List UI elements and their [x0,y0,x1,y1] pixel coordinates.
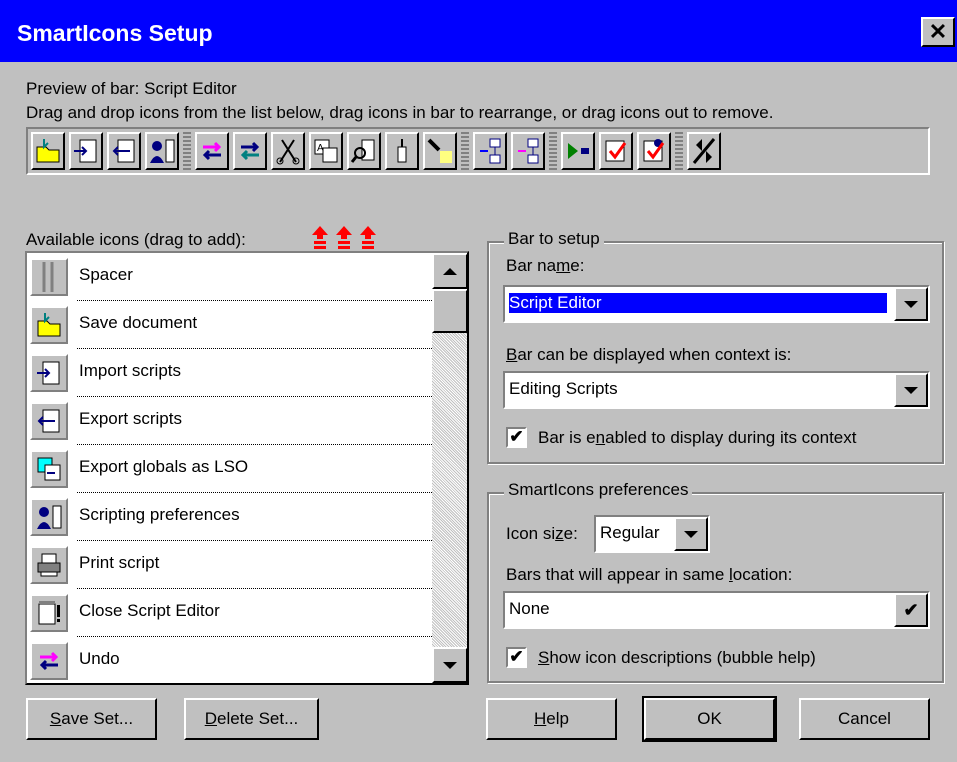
run-icon[interactable] [561,132,595,170]
spacer-icon [30,258,68,296]
close-button[interactable]: ✕ [921,17,955,47]
toolbar-separator [549,132,557,170]
list-item[interactable]: Scripting preferences [27,493,432,541]
paste-icon[interactable]: A [309,132,343,170]
list-item-label: Export globals as LSO [79,457,249,476]
check-all-icon[interactable] [637,132,671,170]
preview-instructions: Drag and drop icons from the list below,… [26,103,774,122]
save-document-icon [30,306,68,344]
available-icons-text: Available icons (drag to add): [26,230,246,249]
down-arrow-icon [443,661,457,669]
toolbar-separator [675,132,683,170]
export-globals-icon [30,450,68,488]
list-item-label: Import scripts [79,361,182,380]
list-item-label: Scripting preferences [79,505,240,524]
remove-item-icon[interactable] [511,132,545,170]
window-title: SmartIcons Setup [17,20,213,46]
help-button[interactable]: Help [486,698,617,740]
list-scrollbar[interactable] [432,253,467,683]
chevron-down-icon [904,386,918,394]
svg-text:A: A [317,143,324,154]
bar-enabled-checkbox[interactable]: ✔ [506,427,527,448]
list-item[interactable]: Spacer [27,253,432,301]
scroll-up-button[interactable] [432,253,467,289]
find-icon[interactable] [347,132,381,170]
icon-size-select[interactable]: Regular [594,515,710,553]
ok-button[interactable]: OK [642,696,777,742]
close-editor-icon [30,594,68,632]
bars-location-value: None [509,599,550,618]
list-item-label: Print script [79,553,160,572]
bar-name-select[interactable]: Script Editor [503,285,930,323]
context-dropdown-button[interactable] [894,373,928,407]
add-item-icon[interactable] [473,132,507,170]
bars-location-label: Bars that will appear in same location: [506,565,793,584]
toolbar-separator [183,132,191,170]
list-item-label: Close Script Editor [79,601,220,620]
undo-icon [30,642,68,680]
list-item[interactable]: Export scripts [27,397,432,445]
bars-location-check-button[interactable]: ✔ [894,593,928,627]
undo-icon[interactable] [195,132,229,170]
list-item-label: Spacer [79,265,133,284]
bubble-help-checkbox[interactable]: ✔ [506,647,527,668]
preview-toolbar[interactable]: A [26,127,930,175]
chevron-down-icon [684,530,698,538]
import-scripts-icon [30,354,68,392]
cancel-button[interactable]: Cancel [799,698,930,740]
up-arrow-icon [443,267,457,275]
import-scripts-icon[interactable] [69,132,103,170]
list-item[interactable]: Print script [27,541,432,589]
toolbar-separator [461,132,469,170]
preferences-title: SmartIcons preferences [504,480,693,500]
scripting-preferences-icon[interactable] [145,132,179,170]
icon-size-value: Regular [600,523,660,542]
bars-location-select[interactable]: None ✔ [503,591,930,629]
context-label: Bar can be displayed when context is: [506,345,792,364]
scripting-preferences-icon [30,498,68,536]
export-scripts-icon[interactable] [107,132,141,170]
scroll-down-button[interactable] [432,647,467,683]
save-document-icon[interactable] [31,132,65,170]
chevron-down-icon [904,300,918,308]
check-icon[interactable] [599,132,633,170]
list-item[interactable]: Close Script Editor [27,589,432,637]
bubble-help-label: Show icon descriptions (bubble help) [538,648,816,667]
bar-name-dropdown-button[interactable] [894,287,928,321]
delete-set-button[interactable]: Delete Set... [184,698,319,740]
list-item-label: Undo [79,649,120,668]
bar-enabled-label: Bar is enabled to display during its con… [538,428,857,447]
list-item-label: Export scripts [79,409,182,428]
bar-setup-title: Bar to setup [504,229,604,249]
list-item[interactable]: Save document [27,301,432,349]
context-value: Editing Scripts [509,379,618,398]
list-item[interactable]: Export globals as LSO [27,445,432,493]
available-icons-label: Available icons (drag to add): [26,230,246,250]
list-item[interactable]: Import scripts [27,349,432,397]
next-bar-icon[interactable] [687,132,721,170]
check-icon: ✔ [903,599,919,620]
redo-icon[interactable] [233,132,267,170]
icon-size-dropdown-button[interactable] [674,517,708,551]
print-icon [30,546,68,584]
context-select[interactable]: Editing Scripts [503,371,930,409]
bar-name-label: Bar name: [506,256,585,275]
insert-icon[interactable] [385,132,419,170]
preview-label: Preview of bar: Script Editor [26,79,237,98]
bar-name-value: Script Editor [508,292,888,314]
list-item-label: Save document [79,313,198,332]
export-scripts-icon [30,402,68,440]
list-item[interactable]: Undo [27,637,432,683]
close-icon: ✕ [928,19,948,44]
cut-icon[interactable] [271,132,305,170]
available-icons-list[interactable]: Spacer Save document Import scripts Expo… [25,251,469,685]
scroll-thumb[interactable] [432,289,467,333]
browse-icon[interactable] [423,132,457,170]
icon-size-label: Icon size: [506,524,578,543]
save-set-button[interactable]: Save Set... [26,698,157,740]
title-bar: SmartIcons Setup ✕ [0,0,957,62]
